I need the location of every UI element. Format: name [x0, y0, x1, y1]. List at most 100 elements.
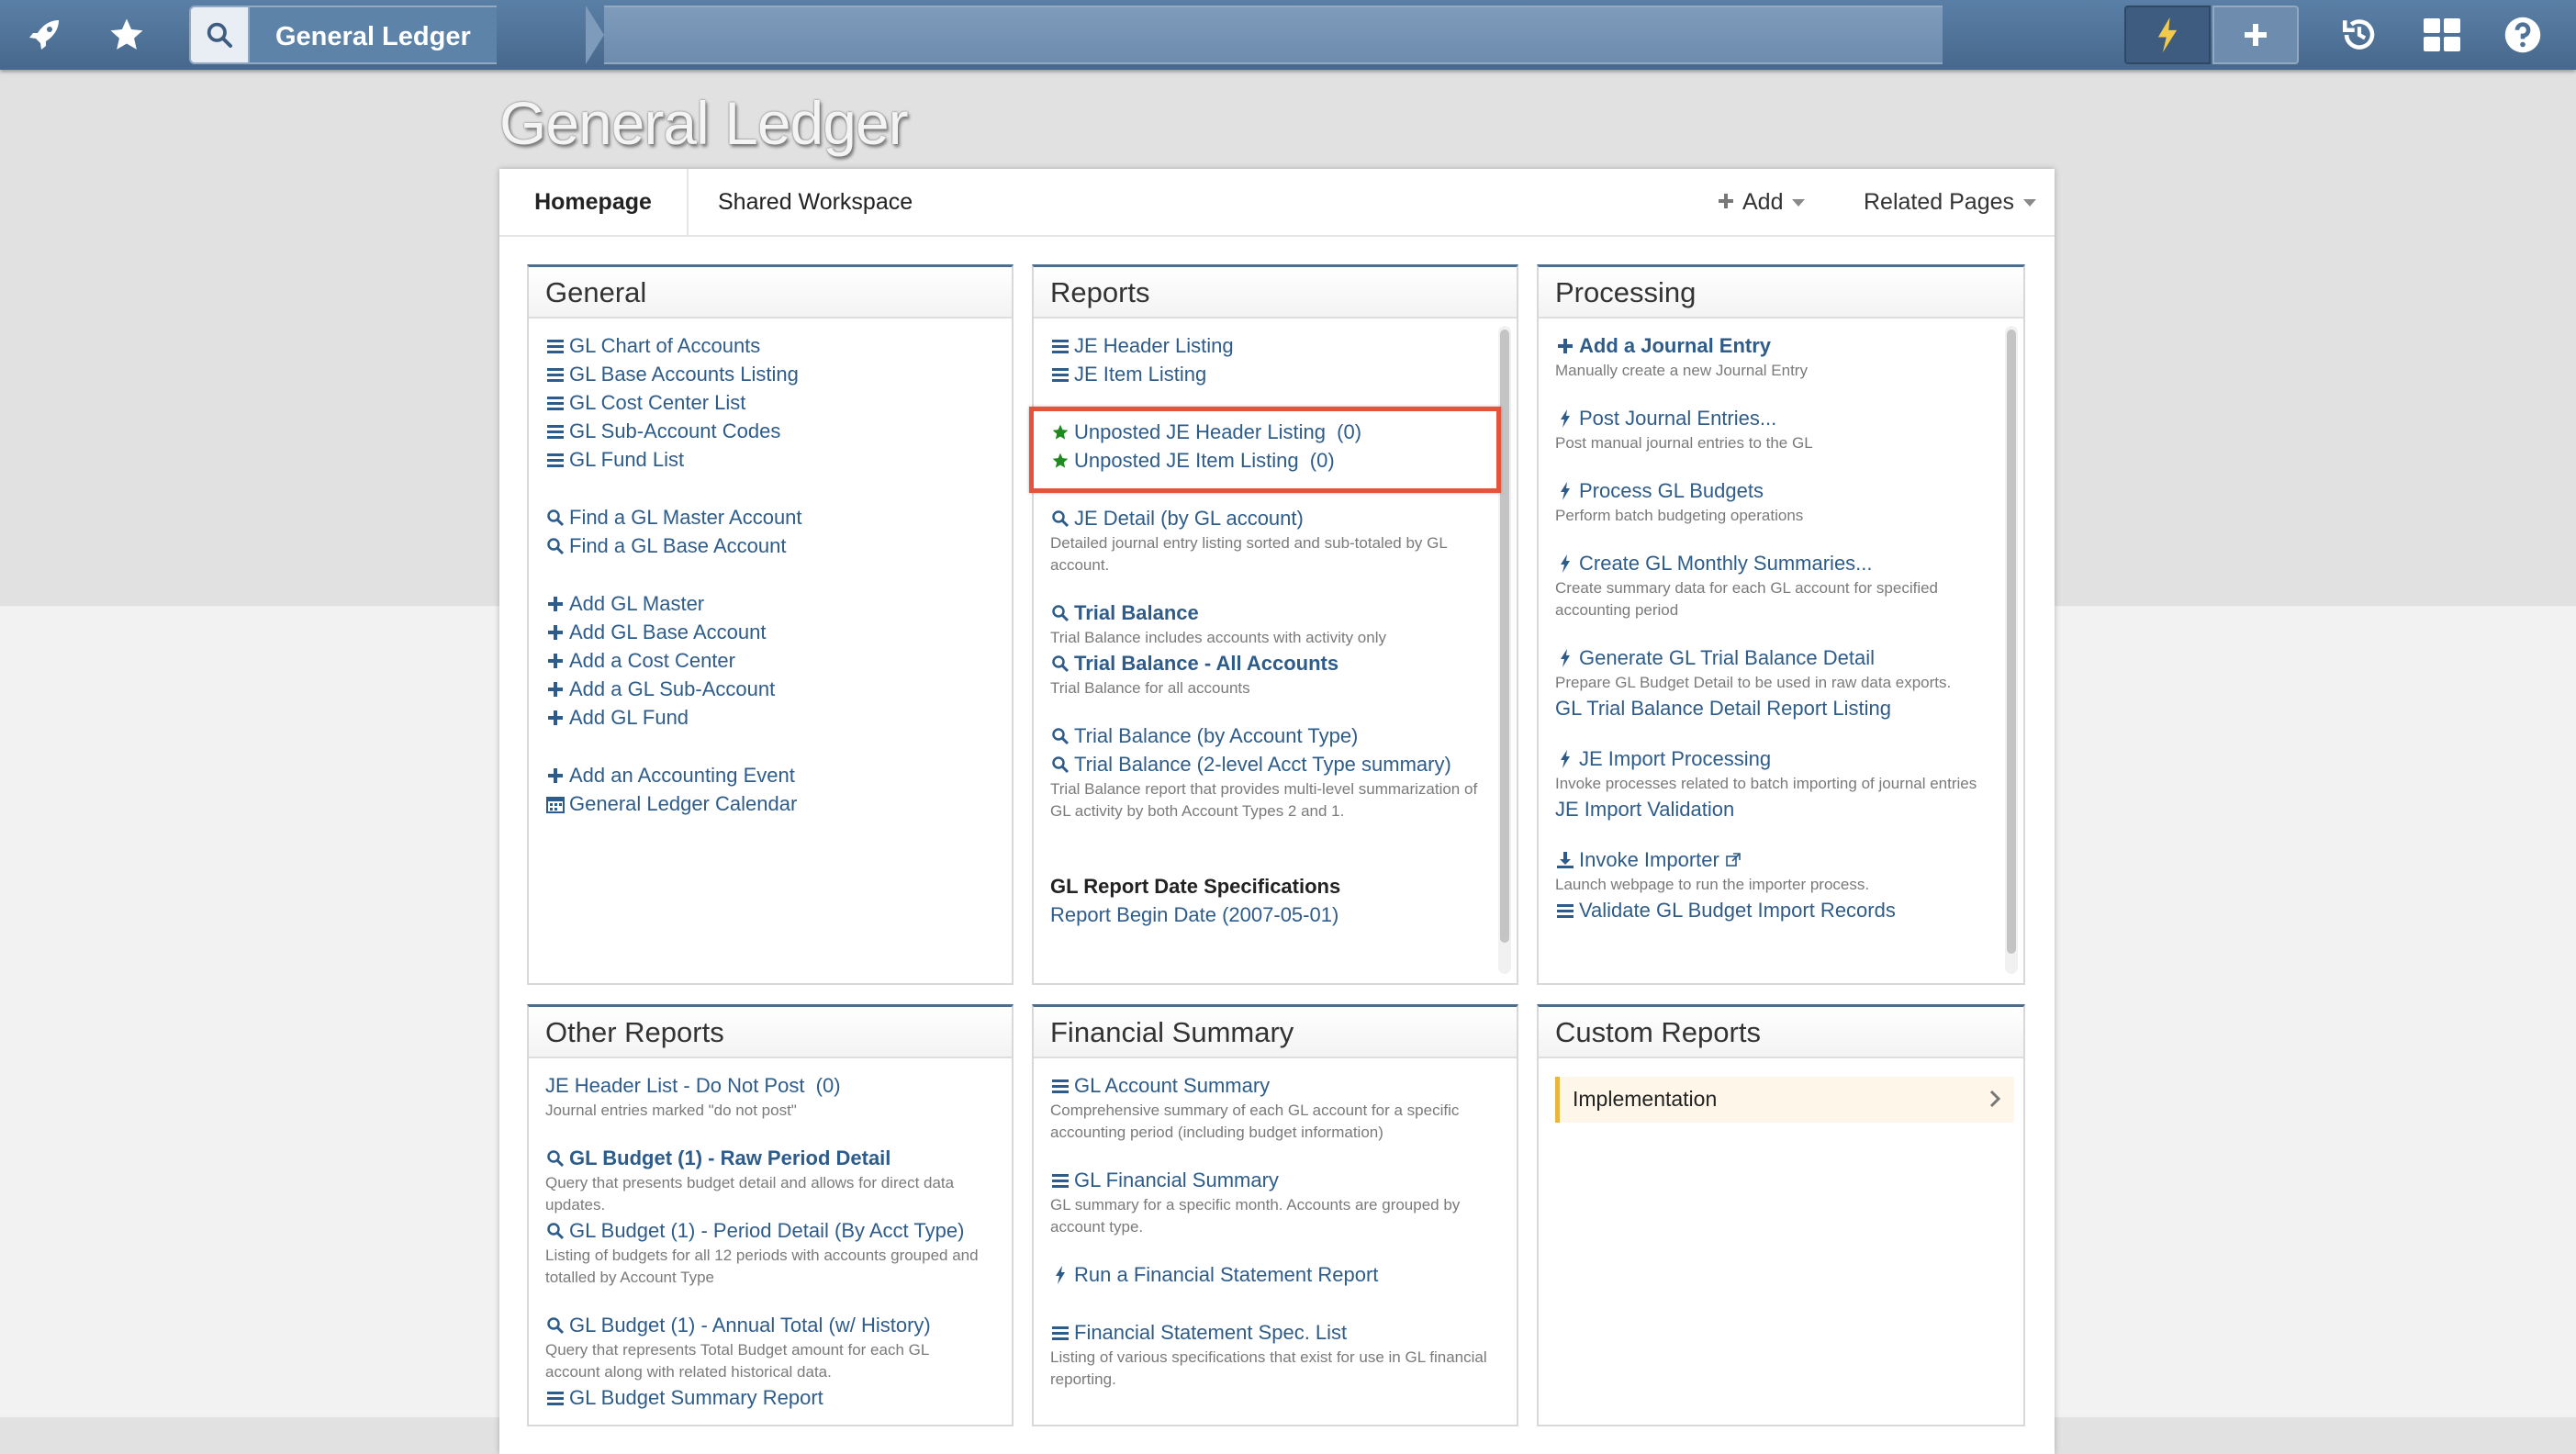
help-icon[interactable]	[2495, 7, 2550, 62]
link-je-item-listing[interactable]: JE Item Listing	[1050, 360, 1489, 388]
link-text: GL Financial Summary	[1074, 1169, 1279, 1191]
breadcrumb-general-ledger[interactable]: General Ledger	[250, 6, 497, 64]
link-gl-financial-summary[interactable]: GL Financial Summary	[1050, 1166, 1489, 1194]
link-je-header-list-do-not-post[interactable]: JE Header List - Do Not Post (0)	[545, 1071, 984, 1100]
link-trial-balance-by-account-type[interactable]: Trial Balance (by Account Type)	[1050, 721, 1489, 750]
plus-icon	[545, 594, 566, 614]
search-icon	[545, 508, 566, 528]
link-gl-fund-list[interactable]: GL Fund List	[545, 445, 984, 474]
star-icon[interactable]	[99, 7, 154, 62]
link-trial-balance-2-level[interactable]: Trial Balance (2-level Acct Type summary…	[1050, 750, 1489, 778]
panel-general: General GL Chart of Accounts GL Base Acc…	[527, 264, 1014, 985]
chevron-right-icon	[1988, 1077, 2001, 1135]
bolt-icon	[1555, 648, 1575, 668]
scrollbar-thumb[interactable]	[2007, 330, 2016, 954]
tab-bar: Homepage Shared Workspace Add Related Pa…	[499, 169, 2055, 237]
rocket-icon[interactable]	[17, 7, 72, 62]
link-financial-statement-spec-list[interactable]: Financial Statement Spec. List	[1050, 1318, 1489, 1347]
link-text: Add a Cost Center	[569, 649, 735, 672]
date-spec-heading: GL Report Date Specifications	[1050, 875, 1341, 898]
tab-homepage[interactable]: Homepage	[499, 169, 689, 235]
link-add-cost-center[interactable]: Add a Cost Center	[545, 646, 984, 675]
budget-raw-description: Query that presents budget detail and al…	[545, 1174, 955, 1214]
link-text: JE Header Listing	[1074, 334, 1234, 357]
list-icon	[1050, 1323, 1070, 1343]
link-text: Add a Journal Entry	[1579, 334, 1772, 357]
link-generate-gl-trial-balance-detail[interactable]: Generate GL Trial Balance Detail	[1555, 643, 1996, 672]
link-text: Financial Statement Spec. List	[1074, 1321, 1348, 1344]
link-post-journal-entries[interactable]: Post Journal Entries...	[1555, 404, 1996, 432]
implementation-label: Implementation	[1573, 1087, 1718, 1111]
bolt-icon	[1555, 408, 1575, 429]
implementation-item[interactable]: Implementation	[1555, 1077, 2014, 1123]
add-dropdown[interactable]: Add	[1717, 169, 1806, 235]
link-text: GL Cost Center List	[569, 391, 746, 414]
budget-annual-description: Query that represents Total Budget amoun…	[545, 1341, 929, 1381]
link-gl-budget-summary-report[interactable]: GL Budget Summary Report	[545, 1383, 984, 1412]
link-create-gl-monthly-summaries[interactable]: Create GL Monthly Summaries...	[1555, 549, 1996, 577]
link-text: JE Item Listing	[1074, 363, 1207, 386]
panel-custom-reports: Custom Reports Implementation	[1537, 1004, 2025, 1426]
link-gl-account-summary[interactable]: GL Account Summary	[1050, 1071, 1489, 1100]
link-add-gl-base-account[interactable]: Add GL Base Account	[545, 618, 984, 646]
caret-down-icon	[2023, 199, 2037, 207]
link-text: JE Import Processing	[1579, 747, 1772, 770]
link-text: Find a GL Base Account	[569, 534, 787, 557]
account-summary-description: Comprehensive summary of each GL account…	[1050, 1102, 1460, 1141]
link-find-gl-master-account[interactable]: Find a GL Master Account	[545, 503, 984, 531]
link-je-header-listing[interactable]: JE Header Listing	[1050, 331, 1489, 360]
link-gl-budget-annual-total[interactable]: GL Budget (1) - Annual Total (w/ History…	[545, 1311, 984, 1339]
link-trial-balance-all-accounts[interactable]: Trial Balance - All Accounts	[1050, 649, 1489, 677]
panel-title: Custom Reports	[1539, 1007, 2023, 1058]
link-gl-cost-center-list[interactable]: GL Cost Center List	[545, 388, 984, 417]
general-list: GL Chart of Accounts GL Base Accounts Li…	[545, 331, 984, 818]
tab-shared-workspace[interactable]: Shared Workspace	[718, 169, 913, 235]
plus-icon[interactable]	[2212, 6, 2299, 64]
link-gl-trial-balance-detail-report-listing[interactable]: GL Trial Balance Detail Report Listing	[1555, 694, 1996, 722]
link-gl-budget-raw-period-detail[interactable]: GL Budget (1) - Raw Period Detail	[545, 1144, 984, 1172]
download-icon	[1555, 850, 1575, 870]
link-je-import-processing[interactable]: JE Import Processing	[1555, 744, 1996, 773]
link-run-financial-statement-report[interactable]: Run a Financial Statement Report	[1050, 1260, 1489, 1289]
bolt-icon	[1555, 481, 1575, 501]
link-process-gl-budgets[interactable]: Process GL Budgets	[1555, 476, 1996, 505]
list-icon	[545, 450, 566, 470]
link-add-accounting-event[interactable]: Add an Accounting Event	[545, 761, 984, 789]
list-icon	[1050, 364, 1070, 385]
link-gl-sub-account-codes[interactable]: GL Sub-Account Codes	[545, 417, 984, 445]
grid-icon[interactable]	[2414, 7, 2470, 62]
link-gl-budget-period-detail[interactable]: GL Budget (1) - Period Detail (By Acct T…	[545, 1216, 984, 1245]
link-report-begin-date[interactable]: Report Begin Date (2007-05-01)	[1050, 900, 1489, 929]
link-add-gl-sub-account[interactable]: Add a GL Sub-Account	[545, 675, 984, 703]
link-invoke-importer[interactable]: Invoke Importer	[1555, 845, 1996, 874]
link-find-gl-base-account[interactable]: Find a GL Base Account	[545, 531, 984, 560]
link-gl-chart-of-accounts[interactable]: GL Chart of Accounts	[545, 331, 984, 360]
panel-other-reports: Other Reports JE Header List - Do Not Po…	[527, 1004, 1014, 1426]
search-icon[interactable]	[189, 6, 250, 64]
scrollbar[interactable]	[2005, 326, 2018, 974]
link-je-detail[interactable]: JE Detail (by GL account)	[1050, 504, 1489, 532]
history-icon[interactable]	[2332, 7, 2387, 62]
link-text: GL Budget Summary Report	[569, 1386, 823, 1409]
related-pages-dropdown[interactable]: Related Pages	[1864, 169, 2037, 235]
scrollbar-thumb[interactable]	[1500, 330, 1509, 943]
breadcrumb: General Ledger	[189, 6, 1943, 64]
link-text: Add a GL Sub-Account	[569, 677, 776, 700]
bolt-icon[interactable]	[2124, 6, 2211, 64]
link-validate-gl-budget-import-records[interactable]: Validate GL Budget Import Records	[1555, 896, 1996, 924]
link-gl-base-accounts-listing[interactable]: GL Base Accounts Listing	[545, 360, 984, 388]
link-trial-balance[interactable]: Trial Balance	[1050, 598, 1489, 627]
invoke-importer-description: Launch webpage to run the importer proce…	[1555, 876, 1870, 893]
top-bar: General Ledger	[0, 0, 2576, 70]
list-icon	[1050, 1170, 1070, 1191]
link-general-ledger-calendar[interactable]: General Ledger Calendar	[545, 789, 984, 818]
plus-icon	[1555, 336, 1575, 356]
link-add-journal-entry[interactable]: Add a Journal Entry	[1555, 331, 1996, 360]
list-icon	[1050, 1076, 1070, 1096]
link-je-import-validation[interactable]: JE Import Validation	[1555, 795, 1996, 823]
link-add-gl-fund[interactable]: Add GL Fund	[545, 703, 984, 732]
list-icon	[545, 336, 566, 356]
link-add-gl-master[interactable]: Add GL Master	[545, 589, 984, 618]
link-text: GL Account Summary	[1074, 1074, 1271, 1097]
bolt-icon	[1555, 554, 1575, 574]
